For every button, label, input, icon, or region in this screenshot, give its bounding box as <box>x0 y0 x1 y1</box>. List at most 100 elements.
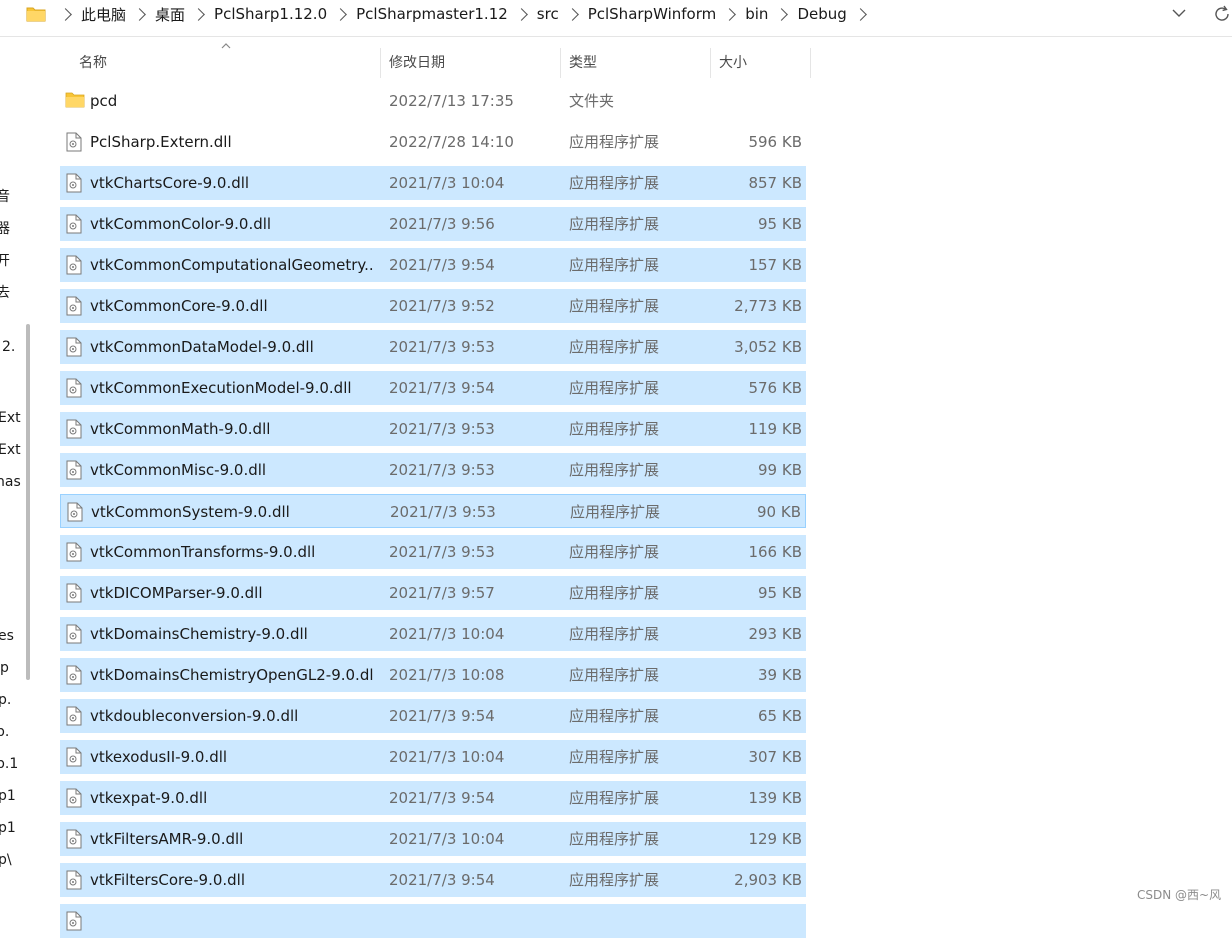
breadcrumb-item[interactable]: Debug <box>797 5 846 23</box>
chevron-right-icon[interactable] <box>514 7 528 21</box>
file-row[interactable]: vtkCommonSystem-9.0.dll 2021/7/3 9:53 应用程序… <box>60 494 806 528</box>
breadcrumb[interactable]: 此电脑 桌面 PclSharp1.12.0 PclSharpmaster1.12 src… <box>52 0 876 28</box>
address-bar[interactable]: 此电脑 桌面 PclSharp1.12.0 PclSharpmaster1.12 src… <box>0 0 1232 37</box>
chevron-right-icon[interactable] <box>853 7 867 21</box>
file-row[interactable]: vtkCommonExecutionModel-9.0.dll 2021/7/3 … <box>60 371 806 405</box>
nav-item[interactable]: Ext <box>0 442 21 458</box>
dll-file-icon <box>65 542 83 566</box>
file-row[interactable]: vtkCommonMisc-9.0.dll 2021/7/3 9:53 应用程序扩展… <box>60 453 806 487</box>
nav-item[interactable]: Ext <box>0 410 21 426</box>
dll-file-icon <box>65 665 83 689</box>
file-row[interactable]: vtkDomainsChemistry-9.0.dll 2021/7/3 10:0… <box>60 617 806 651</box>
column-date-header[interactable]: 修改日期 <box>389 44 445 80</box>
nav-item[interactable]: 开 <box>0 250 10 270</box>
file-type: 应用程序扩展 <box>569 707 660 725</box>
file-size: 139 KB <box>748 789 802 807</box>
nav-item[interactable]: p. <box>0 724 9 740</box>
breadcrumb-item[interactable]: bin <box>745 5 768 23</box>
chevron-right-icon[interactable] <box>723 7 737 21</box>
chevron-down-icon[interactable] <box>1172 6 1186 20</box>
column-size-header[interactable]: 大小 <box>719 44 747 80</box>
breadcrumb-item[interactable]: PclSharpWinform <box>588 5 717 23</box>
file-date: 2021/7/3 9:54 <box>389 707 495 725</box>
file-size: 95 KB <box>758 584 802 602</box>
file-name: vtkCommonMath-9.0.dll <box>90 420 271 438</box>
nav-item[interactable]: es <box>0 628 14 644</box>
file-row[interactable] <box>60 904 806 938</box>
file-row[interactable]: vtkCommonTransforms-9.0.dll 2021/7/3 9:53… <box>60 535 806 569</box>
column-divider[interactable] <box>810 48 811 78</box>
refresh-icon[interactable] <box>1212 4 1232 24</box>
file-size: 576 KB <box>748 379 802 397</box>
file-row[interactable]: vtkFiltersAMR-9.0.dll 2021/7/3 10:04 应用程序扩… <box>60 822 806 856</box>
dll-file-icon <box>66 502 84 526</box>
file-name: pcd <box>90 92 118 110</box>
file-type: 应用程序扩展 <box>569 789 660 807</box>
file-row[interactable]: vtkCommonMath-9.0.dll 2021/7/3 9:53 应用程序扩展… <box>60 412 806 446</box>
file-row[interactable]: vtkdoubleconversion-9.0.dll 2021/7/3 9:54… <box>60 699 806 733</box>
file-type: 应用程序扩展 <box>569 297 660 315</box>
column-name-header[interactable]: 名称 <box>79 44 107 80</box>
file-row[interactable]: vtkDICOMParser-9.0.dll 2021/7/3 9:57 应用程序扩… <box>60 576 806 610</box>
nav-item[interactable]: p\ <box>0 852 12 868</box>
file-row[interactable]: vtkCommonComputationalGeometry... 2021/7/… <box>60 248 806 282</box>
dll-file-icon <box>65 419 83 443</box>
column-divider[interactable] <box>710 48 711 78</box>
chevron-right-icon[interactable] <box>565 7 579 21</box>
chevron-right-icon[interactable] <box>133 7 146 21</box>
breadcrumb-item[interactable]: 桌面 <box>155 4 185 25</box>
file-row[interactable]: vtkFiltersCore-9.0.dll 2021/7/3 9:54 应用程序扩… <box>60 863 806 897</box>
nav-item[interactable]: nas <box>0 474 21 490</box>
breadcrumb-item[interactable]: PclSharpmaster1.12 <box>356 5 508 23</box>
nav-item[interactable]: p1 <box>0 788 16 804</box>
navigation-pane[interactable]: 音器开去 2. Ext Ext nas es p p. p. p.1 p1 p1 p\ <box>0 36 36 910</box>
column-divider[interactable] <box>560 48 561 78</box>
file-date: 2021/7/3 10:04 <box>389 625 505 643</box>
nav-item[interactable]: 去 <box>0 282 10 302</box>
breadcrumb-item[interactable]: PclSharp1.12.0 <box>214 5 327 23</box>
dll-file-icon <box>65 337 83 361</box>
file-date: 2021/7/3 9:54 <box>389 871 495 889</box>
file-row[interactable]: pcd 2022/7/13 17:35 文件夹 <box>60 84 806 118</box>
file-type: 应用程序扩展 <box>569 379 660 397</box>
nav-item[interactable]: p. <box>0 692 11 708</box>
file-name: PclSharp.Extern.dll <box>90 133 232 151</box>
file-date: 2021/7/3 9:53 <box>390 503 496 521</box>
nav-item[interactable]: p1 <box>0 820 16 836</box>
file-name: vtkCommonMisc-9.0.dll <box>90 461 267 479</box>
chevron-right-icon[interactable] <box>192 7 205 21</box>
chevron-right-icon[interactable] <box>59 7 72 21</box>
file-row[interactable]: vtkCommonDataModel-9.0.dll 2021/7/3 9:53 应… <box>60 330 806 364</box>
file-row[interactable]: PclSharp.Extern.dll 2022/7/28 14:10 应用程序扩展… <box>60 125 806 159</box>
column-header: 名称 修改日期 类型 大小 <box>60 43 820 80</box>
breadcrumb-item[interactable]: 此电脑 <box>81 4 126 25</box>
nav-scrollbar[interactable] <box>26 324 30 680</box>
file-row[interactable]: vtkexodusII-9.0.dll 2021/7/3 10:04 应用程序扩展 3… <box>60 740 806 774</box>
nav-item[interactable]: 器 <box>0 218 10 238</box>
column-type-header[interactable]: 类型 <box>569 44 597 80</box>
file-row[interactable]: vtkexpat-9.0.dll 2021/7/3 9:54 应用程序扩展 139 K… <box>60 781 806 815</box>
file-size: 166 KB <box>748 543 802 561</box>
file-row[interactable]: vtkDomainsChemistryOpenGL2-9.0.dll 2021/7… <box>60 658 806 692</box>
chevron-right-icon[interactable] <box>775 7 789 21</box>
file-row[interactable]: vtkCommonCore-9.0.dll 2021/7/3 9:52 应用程序扩展… <box>60 289 806 323</box>
nav-item[interactable]: p.1 <box>0 756 18 772</box>
file-date: 2022/7/13 17:35 <box>389 92 514 110</box>
column-divider[interactable] <box>380 48 381 78</box>
file-size: 119 KB <box>748 420 802 438</box>
file-row[interactable]: vtkChartsCore-9.0.dll 2021/7/3 10:04 应用程序扩… <box>60 166 806 200</box>
file-name: vtkexodusII-9.0.dll <box>90 748 228 766</box>
file-size: 857 KB <box>748 174 802 192</box>
file-size: 307 KB <box>748 748 802 766</box>
nav-item[interactable]: p <box>0 660 9 676</box>
breadcrumb-item[interactable]: src <box>537 5 559 23</box>
file-type: 应用程序扩展 <box>569 871 660 889</box>
folder-icon <box>65 91 85 113</box>
nav-item[interactable]: 2. <box>2 339 15 355</box>
file-row[interactable]: vtkCommonColor-9.0.dll 2021/7/3 9:56 应用程序扩… <box>60 207 806 241</box>
file-date: 2021/7/3 10:04 <box>389 830 505 848</box>
nav-item[interactable]: 音 <box>0 186 10 206</box>
file-size: 596 KB <box>748 133 802 151</box>
file-size: 157 KB <box>748 256 802 274</box>
chevron-right-icon[interactable] <box>334 7 347 21</box>
